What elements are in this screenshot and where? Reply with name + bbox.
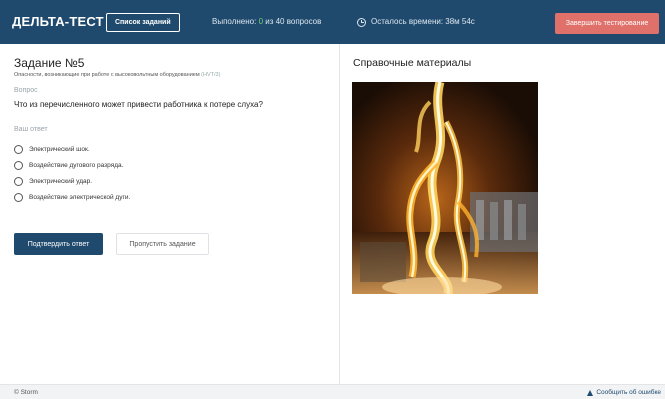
radio-button[interactable] (14, 144, 23, 154)
radio-button[interactable] (14, 192, 23, 202)
radio-button[interactable] (14, 176, 23, 186)
timer: Осталось времени: 38м 54с (357, 0, 475, 44)
progress-done-count: 0 (258, 17, 264, 26)
electric-arc-photo (352, 82, 538, 294)
question-label: Вопрос (14, 87, 38, 94)
reference-title: Справочные материалы (353, 57, 472, 69)
task-topic: Опасности, возникающие при работе с высо… (14, 72, 200, 78)
top-bar: ДЕЛЬТА-ТЕСТ Список заданий Выполнено: 0 … (0, 0, 665, 44)
panel-divider (339, 44, 340, 384)
progress-indicator: Выполнено: 0 из 40 вопросов (212, 0, 321, 44)
report-error-link[interactable]: Сообщить об ошибке (587, 389, 661, 396)
answer-option-1[interactable]: Электрический шок. (14, 143, 90, 155)
submit-answer-button[interactable]: Подтвердить ответ (14, 233, 103, 255)
finish-test-button[interactable]: Завершить тестирование (555, 13, 659, 34)
question-panel: Задание №5 Опасности, возникающие при ра… (0, 44, 339, 384)
clock-icon (357, 17, 366, 27)
app-logo: ДЕЛЬТА-ТЕСТ (12, 14, 104, 29)
copyright: © Storm (14, 389, 38, 396)
answer-option-label: Воздействие электрической дуги. (29, 193, 131, 201)
answer-option-label: Воздействие дугового разряда. (29, 161, 124, 169)
progress-suffix: из 40 вопросов (265, 17, 322, 26)
answer-option-4[interactable]: Воздействие электрической дуги. (14, 191, 130, 203)
report-error-label: Сообщить об ошибке (596, 389, 661, 396)
answer-option-label: Электрический удар. (29, 177, 93, 185)
answer-label: Ваш ответ (14, 126, 48, 133)
task-title: Задание №5 (14, 56, 85, 70)
skip-task-button[interactable]: Пропустить задание (116, 233, 209, 255)
timer-text: Осталось времени: 38м 54с (371, 17, 475, 26)
answer-option-3[interactable]: Электрический удар. (14, 175, 92, 187)
question-text: Что из перечисленного может привести раб… (14, 100, 263, 109)
task-code: (HVT/3) (201, 72, 221, 78)
answer-option-2[interactable]: Воздействие дугового разряда. (14, 159, 123, 171)
warning-icon (587, 389, 594, 396)
progress-prefix: Выполнено: (212, 17, 257, 26)
task-list-button[interactable]: Список заданий (106, 13, 180, 32)
footer: © Storm Сообщить об ошибке (0, 384, 665, 399)
radio-button[interactable] (14, 160, 23, 170)
answer-option-label: Электрический шок. (29, 145, 90, 153)
task-subtitle: Опасности, возникающие при работе с высо… (14, 72, 220, 78)
